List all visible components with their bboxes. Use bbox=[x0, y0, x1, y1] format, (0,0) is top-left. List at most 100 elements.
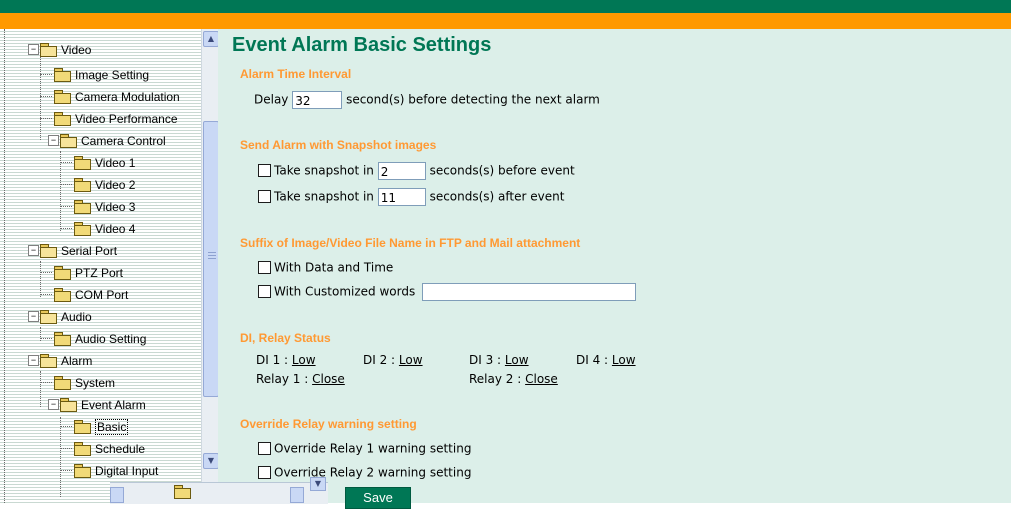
override-relay-2-label: Override Relay 2 warning setting bbox=[274, 465, 472, 480]
tree-item-video-3[interactable]: Video 3 bbox=[74, 196, 135, 216]
tree-item-image-setting[interactable]: Image Setting bbox=[54, 64, 149, 84]
tree-item-label: Image Setting bbox=[75, 67, 150, 82]
di-1-status: DI 1 : Low bbox=[256, 352, 316, 368]
tree-item-video[interactable]: − Video bbox=[28, 39, 91, 59]
tree-item-label: Video bbox=[61, 42, 92, 57]
override-relay-1-row: Override Relay 1 warning setting bbox=[258, 438, 471, 458]
page-title: Event Alarm Basic Settings bbox=[232, 34, 492, 56]
tree-item-ptz-port[interactable]: PTZ Port bbox=[54, 262, 123, 282]
folder-icon bbox=[60, 134, 77, 149]
tree-branch-line bbox=[60, 228, 72, 229]
save-button[interactable]: Save bbox=[345, 487, 411, 509]
tree-branch-line bbox=[60, 184, 72, 185]
tree-item-camera-control[interactable]: − Camera Control bbox=[48, 130, 166, 150]
tree-guide-line bbox=[40, 261, 41, 297]
di-2-value-link[interactable]: Low bbox=[399, 353, 423, 367]
tree-item-label: Camera Modulation bbox=[75, 89, 180, 104]
collapse-icon[interactable]: − bbox=[48, 399, 59, 411]
tree-item-serial-port[interactable]: − Serial Port bbox=[28, 240, 117, 260]
snapshot-before-row: Take snapshot in 2 seconds(s) before eve… bbox=[258, 160, 575, 180]
top-banner-orange bbox=[0, 13, 1011, 29]
tree-item-event-alarm[interactable]: − Event Alarm bbox=[48, 394, 146, 414]
chevron-down-icon[interactable]: ▼ bbox=[203, 453, 219, 469]
sidebar-scrollbar[interactable]: ▲ ▼ bbox=[201, 29, 219, 503]
collapse-icon[interactable]: − bbox=[28, 245, 39, 257]
snapshot-before-checkbox[interactable] bbox=[258, 164, 271, 177]
relay-2-value-link[interactable]: Close bbox=[525, 372, 558, 386]
collapse-icon[interactable]: − bbox=[28, 44, 39, 56]
with-custom-checkbox[interactable] bbox=[258, 285, 271, 298]
tree-branch-line bbox=[60, 470, 72, 471]
tree-item-video-performance[interactable]: Video Performance bbox=[54, 108, 178, 128]
delay-input[interactable]: 32 bbox=[292, 90, 343, 109]
folder-icon bbox=[60, 398, 77, 413]
tree-item-label: Video 2 bbox=[95, 177, 136, 192]
tree-item-basic[interactable]: Basic bbox=[74, 416, 129, 436]
tree-item-camera-modulation[interactable]: Camera Modulation bbox=[54, 86, 180, 106]
collapse-icon[interactable]: − bbox=[28, 311, 39, 323]
chevron-down-icon[interactable]: ▼ bbox=[310, 477, 326, 491]
tree-item-label: Basic bbox=[95, 418, 129, 435]
di-1-value-link[interactable]: Low bbox=[292, 353, 316, 367]
override-relay-2-checkbox[interactable] bbox=[258, 466, 271, 479]
relay-1-status: Relay 1 : Close bbox=[256, 371, 345, 387]
collapse-icon[interactable]: − bbox=[28, 355, 39, 367]
with-date-row: With Data and Time bbox=[258, 257, 393, 277]
di-3-value-link[interactable]: Low bbox=[505, 353, 529, 367]
folder-icon bbox=[74, 222, 91, 237]
folder-icon bbox=[54, 266, 71, 281]
snapshot-before-input[interactable]: 2 bbox=[377, 161, 426, 180]
folder-icon bbox=[54, 90, 71, 105]
tree-branch-line bbox=[40, 96, 52, 97]
tree-item-audio-setting[interactable]: Audio Setting bbox=[54, 328, 146, 348]
custom-words-input[interactable] bbox=[422, 282, 637, 301]
di-4-value-link[interactable]: Low bbox=[612, 353, 636, 367]
relay-2-status: Relay 2 : Close bbox=[469, 371, 558, 387]
with-date-checkbox[interactable] bbox=[258, 261, 271, 274]
tree-item-system[interactable]: System bbox=[54, 372, 115, 392]
chevron-left-icon[interactable] bbox=[110, 487, 124, 503]
tree-item-com-port[interactable]: COM Port bbox=[54, 284, 128, 304]
tree-item-digital-input[interactable]: Digital Input bbox=[74, 460, 158, 480]
folder-icon bbox=[40, 354, 57, 369]
relay-2-label: Relay 2 : bbox=[469, 372, 522, 386]
tree-item-schedule[interactable]: Schedule bbox=[74, 438, 145, 458]
tree-item-label: PTZ Port bbox=[75, 265, 124, 280]
snapshot-after-suffix: seconds(s) after event bbox=[429, 189, 565, 204]
folder-icon bbox=[74, 442, 91, 457]
tree-item-label: Audio Setting bbox=[75, 331, 147, 346]
section-title-override: Override Relay warning setting bbox=[240, 417, 417, 431]
tree-item-label: Video Performance bbox=[75, 111, 178, 126]
tree-item-label: Digital Input bbox=[95, 463, 159, 478]
section-title-alarm-interval: Alarm Time Interval bbox=[240, 67, 352, 81]
tree-guide-line bbox=[60, 151, 61, 231]
with-custom-row: With Customized words bbox=[258, 281, 637, 301]
relay-1-value-link[interactable]: Close bbox=[312, 372, 345, 386]
tree-branch-line bbox=[60, 426, 72, 427]
tree-guide-line bbox=[4, 29, 5, 503]
tree-item-video-4[interactable]: Video 4 bbox=[74, 218, 135, 238]
with-custom-label: With Customized words bbox=[274, 284, 416, 299]
scrollbar-thumb[interactable] bbox=[203, 121, 219, 397]
folder-icon bbox=[40, 43, 57, 58]
snapshot-after-input[interactable]: 11 bbox=[377, 187, 426, 206]
tree-item-alarm[interactable]: − Alarm bbox=[28, 350, 92, 370]
chevron-up-icon[interactable]: ▲ bbox=[203, 31, 219, 47]
tree-item-audio[interactable]: − Audio bbox=[28, 306, 92, 326]
tree-item-video-2[interactable]: Video 2 bbox=[74, 174, 135, 194]
tree-item-video-1[interactable]: Video 1 bbox=[74, 152, 135, 172]
snapshot-before-suffix: seconds(s) before event bbox=[429, 163, 575, 178]
chevron-right-icon[interactable] bbox=[290, 487, 304, 503]
folder-icon bbox=[74, 464, 91, 479]
tree-branch-line bbox=[40, 272, 52, 273]
tree-guide-line bbox=[60, 417, 61, 497]
tree-item-label: Alarm bbox=[61, 353, 93, 368]
tree-branch-line bbox=[40, 74, 52, 75]
collapse-icon[interactable]: − bbox=[48, 135, 59, 147]
snapshot-after-checkbox[interactable] bbox=[258, 190, 271, 203]
overlapping-tree-fragment: ▼ bbox=[110, 477, 328, 504]
folder-icon bbox=[54, 288, 71, 303]
tree-branch-line bbox=[40, 294, 52, 295]
override-relay-1-checkbox[interactable] bbox=[258, 442, 271, 455]
section-title-suffix: Suffix of Image/Video File Name in FTP a… bbox=[240, 236, 581, 250]
